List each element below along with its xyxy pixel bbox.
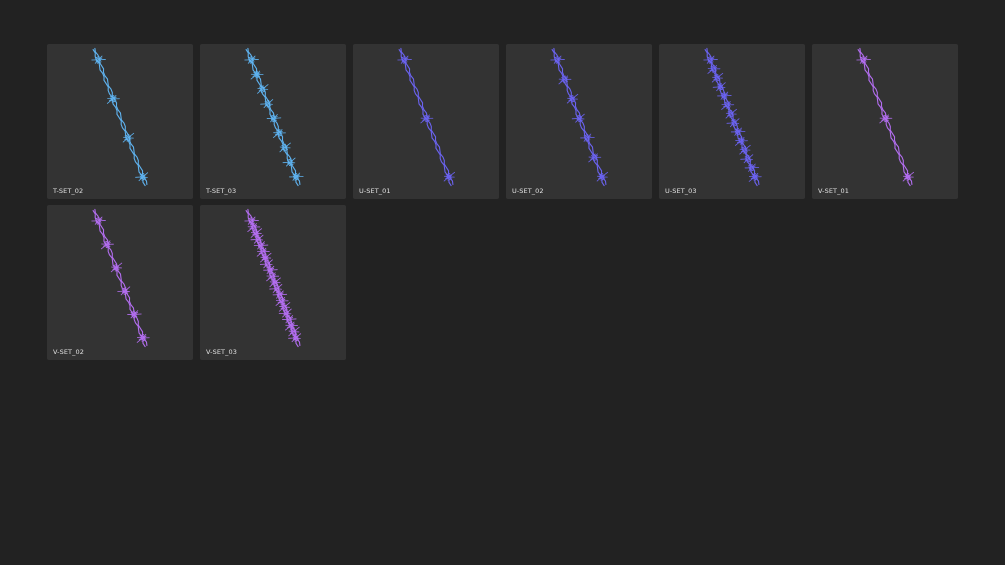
asset-tile-label: U-SET_01	[359, 187, 391, 195]
asset-tile[interactable]: T-SET_03	[200, 44, 346, 199]
asset-tile-label: T-SET_03	[206, 187, 237, 195]
barbed-wire-icon	[91, 208, 150, 348]
asset-tile[interactable]: V-SET_02	[47, 205, 193, 360]
barbed-wire-icon	[550, 47, 609, 187]
barbed-wire-icon	[244, 47, 304, 187]
barbed-wire-icon	[856, 47, 915, 187]
asset-tile[interactable]: U-SET_02	[506, 44, 652, 199]
barbed-wire-icon	[397, 47, 456, 187]
barbed-wire-icon	[244, 208, 302, 348]
asset-grid: T-SET_02 T-SET_03 U-SET_01 U-SET_02 U-SET_03…	[47, 44, 967, 360]
asset-tile-label: U-SET_03	[665, 187, 697, 195]
asset-tile-label: V-SET_03	[206, 348, 237, 356]
asset-tile-label: V-SET_01	[818, 187, 849, 195]
asset-tile[interactable]: V-SET_01	[812, 44, 958, 199]
asset-tile[interactable]: U-SET_01	[353, 44, 499, 199]
asset-tile[interactable]: V-SET_03	[200, 205, 346, 360]
barbed-wire-icon	[91, 47, 149, 187]
barbed-wire-icon	[703, 47, 762, 187]
asset-tile[interactable]: T-SET_02	[47, 44, 193, 199]
asset-tile-label: U-SET_02	[512, 187, 544, 195]
asset-tile[interactable]: U-SET_03	[659, 44, 805, 199]
asset-tile-label: T-SET_02	[53, 187, 84, 195]
asset-tile-label: V-SET_02	[53, 348, 84, 356]
